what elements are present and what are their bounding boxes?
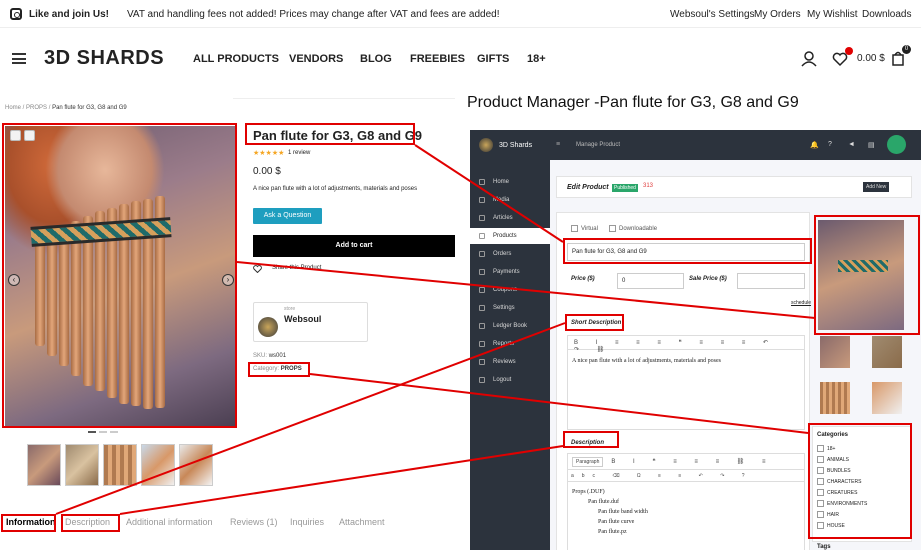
connector-lines	[55, 144, 816, 515]
